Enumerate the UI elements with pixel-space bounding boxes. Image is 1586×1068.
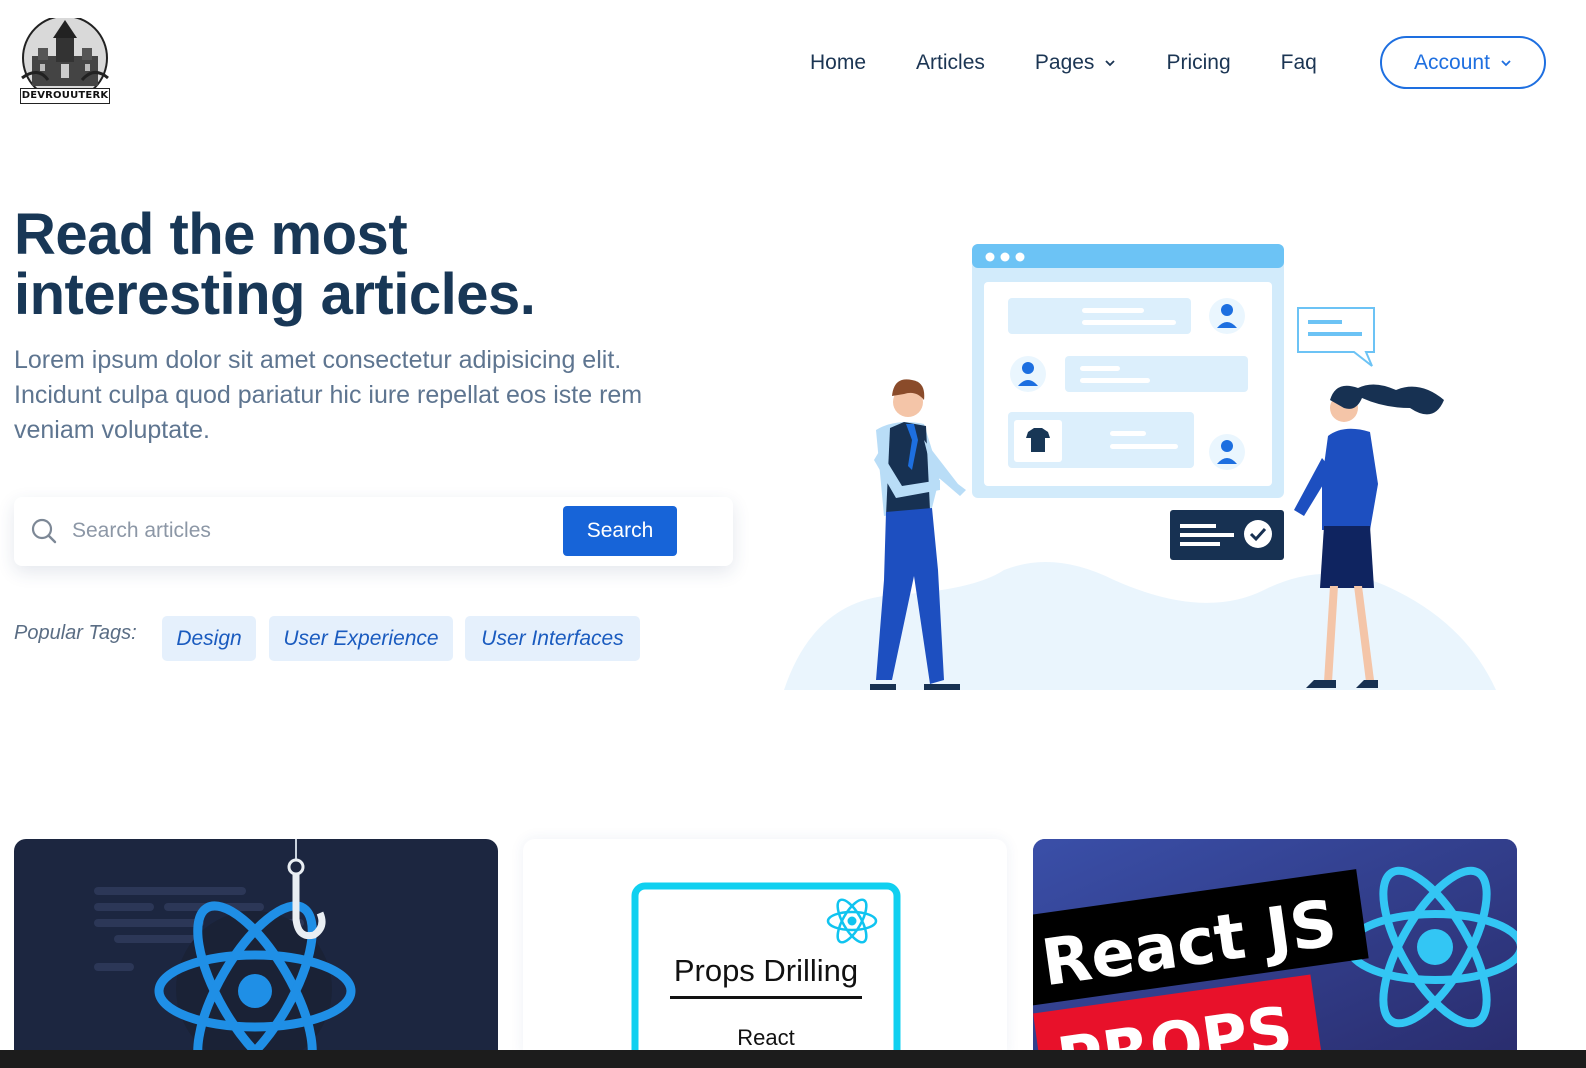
- hero-subtitle: Lorem ipsum dolor sit amet consectetur a…: [14, 343, 714, 448]
- nav-articles[interactable]: Articles: [916, 51, 985, 75]
- search-box: Search: [14, 497, 733, 566]
- bottom-edge-bar: [0, 1050, 1586, 1068]
- hero-title: Read the most interesting articles.: [14, 205, 714, 325]
- article-card[interactable]: [14, 839, 498, 1054]
- nav-faq-label: Faq: [1280, 51, 1317, 74]
- search-button[interactable]: Search: [563, 506, 677, 556]
- article-card[interactable]: Props Drilling React: [523, 839, 1007, 1054]
- nav-articles-label: Articles: [916, 51, 985, 74]
- hero-subtitle-line2: Incidunt culpa quod pariatur hic iure re…: [14, 381, 643, 409]
- nav-faq[interactable]: Faq: [1281, 51, 1317, 75]
- logo-text: DEVROUUTERK: [20, 88, 110, 104]
- search-icon: [31, 518, 57, 544]
- nav-home-label: Home: [810, 51, 867, 74]
- main-nav: Home Articles Pages Pricing Faq: [810, 46, 1367, 80]
- card2-title: Props Drilling: [674, 953, 858, 988]
- hero-title-line1: Read the most: [14, 202, 408, 267]
- tag-user-experience[interactable]: User Experience: [269, 616, 453, 661]
- tag-design[interactable]: Design: [162, 616, 256, 661]
- chevron-down-icon: [1105, 60, 1116, 67]
- hero-subtitle-line3: veniam voluptate.: [14, 416, 210, 444]
- nav-pages-label: Pages: [1034, 51, 1095, 74]
- search-input[interactable]: [72, 509, 552, 553]
- castle-logo-icon: [21, 15, 109, 101]
- chevron-down-icon: [1501, 59, 1511, 66]
- react-js-props-thumbnail: React JS PROPS: [1033, 839, 1517, 1054]
- react-hook-thumbnail: [94, 839, 356, 1054]
- nav-pages[interactable]: Pages: [1035, 51, 1117, 75]
- hero-title-line2: interesting articles.: [14, 262, 536, 327]
- hero-illustration: [784, 244, 1496, 690]
- account-label: Account: [1414, 50, 1490, 74]
- card2-subtitle: React: [737, 1025, 794, 1050]
- hero-subtitle-line1: Lorem ipsum dolor sit amet consectetur a…: [14, 346, 622, 374]
- nav-pricing[interactable]: Pricing: [1166, 51, 1230, 75]
- article-card[interactable]: React JS PROPS: [1033, 839, 1517, 1054]
- account-button[interactable]: Account: [1380, 36, 1546, 89]
- site-logo[interactable]: DEVROUUTERK: [18, 15, 112, 106]
- tag-user-interfaces[interactable]: User Interfaces: [465, 616, 640, 661]
- nav-home[interactable]: Home: [810, 51, 866, 75]
- popular-tags-label: Popular Tags:: [14, 622, 137, 644]
- site-header: DEVROUUTERK Home Articles Pages Pricing …: [0, 0, 1586, 125]
- nav-pricing-label: Pricing: [1166, 51, 1231, 74]
- props-drilling-thumbnail: Props Drilling React: [631, 882, 901, 1054]
